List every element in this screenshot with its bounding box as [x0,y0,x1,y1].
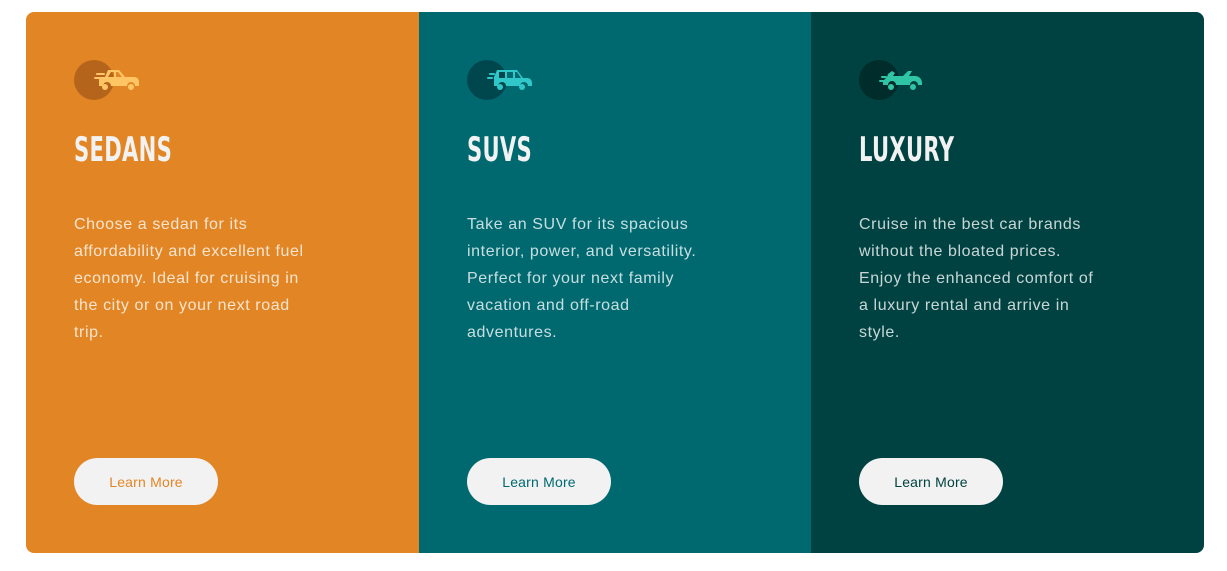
card-description: Cruise in the best car brands without th… [859,216,1094,341]
luxury-car-icon [859,60,925,100]
suv-car-icon [467,60,533,100]
card-description: Take an SUV for its spacious interior, p… [467,216,697,341]
learn-more-button[interactable]: Learn More [74,458,218,505]
learn-more-button[interactable]: Learn More [467,458,611,505]
card-luxury: LUXURY Cruise in the best car brands wit… [811,12,1204,553]
card-description: Choose a sedan for its affordability and… [74,216,304,341]
sedan-car-icon [74,60,140,100]
card-title: SEDANS [74,130,173,170]
card-title: LUXURY [859,130,955,170]
car-category-cards: SEDANS Choose a sedan for its affordabil… [26,12,1204,553]
card-title: SUVS [467,130,533,170]
card-sedans: SEDANS Choose a sedan for its affordabil… [26,12,419,553]
card-suvs: SUVS Take an SUV for its spacious interi… [419,12,811,553]
learn-more-button[interactable]: Learn More [859,458,1003,505]
